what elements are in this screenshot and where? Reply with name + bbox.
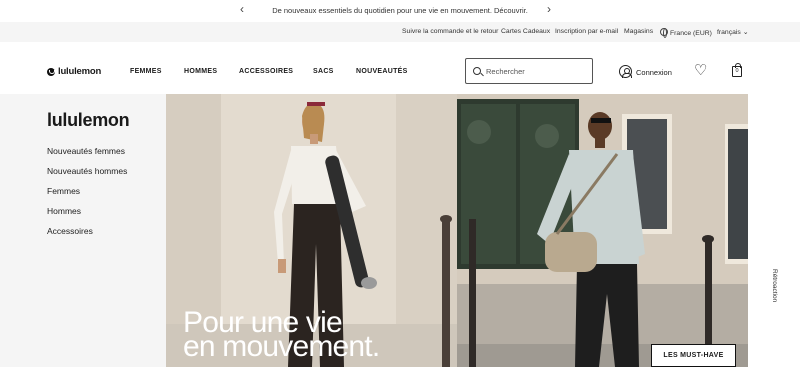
sidebar-item-nouveautes-femmes[interactable]: Nouveautés femmes — [47, 146, 125, 156]
sidebar-logo: lululemon — [47, 110, 130, 130]
region-label: France (EUR) — [670, 30, 712, 37]
lululemon-logo-icon[interactable] — [47, 68, 55, 76]
utility-bar: Suivre la commande et le retour Cartes C… — [0, 22, 800, 42]
must-have-button[interactable]: LES MUST-HAVE — [651, 344, 736, 367]
shopping-bag-icon[interactable]: 0 — [732, 63, 742, 77]
language-selector[interactable]: français ⌄ — [717, 28, 748, 36]
account-icon[interactable] — [619, 65, 632, 78]
man-photo-illustration — [457, 94, 748, 367]
nav-nouveautes[interactable]: NOUVEAUTÉS — [356, 68, 408, 75]
main-nav: lululemon FEMMES HOMMES ACCESSOIRES SACS… — [0, 44, 800, 94]
search-box[interactable] — [465, 58, 593, 84]
hero-image-men[interactable] — [457, 94, 748, 367]
sidebar-item-hommes[interactable]: Hommes — [47, 206, 81, 216]
sidebar: lululemon Nouveautés femmes Nouveautés h… — [0, 94, 166, 367]
search-icon — [473, 67, 481, 75]
announcement-text[interactable]: De nouveaux essentiels du quotidien pour… — [272, 6, 528, 15]
language-label: français — [717, 29, 741, 36]
globe-icon — [660, 28, 668, 38]
gift-cards-link[interactable]: Cartes Cadeaux — [501, 28, 550, 35]
chevron-right-icon[interactable]: › — [547, 2, 551, 16]
feedback-panel: Rétroaction — [748, 94, 800, 367]
nav-femmes[interactable]: FEMMES — [130, 68, 162, 75]
hero-title: Pour une vie en mouvement. — [183, 308, 380, 363]
wishlist-heart-icon[interactable]: ♡ — [694, 63, 707, 78]
hero-title-line2: en mouvement. — [183, 330, 380, 363]
stores-link[interactable]: Magasins — [624, 28, 653, 35]
nav-accessoires[interactable]: ACCESSOIRES — [239, 68, 293, 75]
sidebar-item-femmes[interactable]: Femmes — [47, 186, 80, 196]
sidebar-item-accessoires[interactable]: Accessoires — [47, 226, 93, 236]
sidebar-item-nouveautes-hommes[interactable]: Nouveautés hommes — [47, 166, 127, 176]
track-order-link[interactable]: Suivre la commande et le retour — [402, 28, 498, 35]
nav-hommes[interactable]: HOMMES — [184, 68, 217, 75]
login-link[interactable]: Connexion — [636, 68, 672, 77]
announcement-bar: ‹ De nouveaux essentiels du quotidien po… — [0, 0, 800, 20]
bag-count: 0 — [735, 68, 739, 74]
email-signup-link[interactable]: Inscription par e-mail — [555, 28, 618, 35]
chevron-down-icon: ⌄ — [742, 29, 749, 36]
chevron-left-icon[interactable]: ‹ — [240, 2, 244, 16]
brand-logo[interactable]: lululemon — [58, 66, 101, 77]
search-input[interactable] — [486, 64, 586, 78]
region-selector[interactable]: France (EUR) — [660, 28, 712, 38]
nav-sacs[interactable]: SACS — [313, 68, 334, 75]
feedback-tab[interactable]: Rétroaction — [771, 269, 778, 302]
